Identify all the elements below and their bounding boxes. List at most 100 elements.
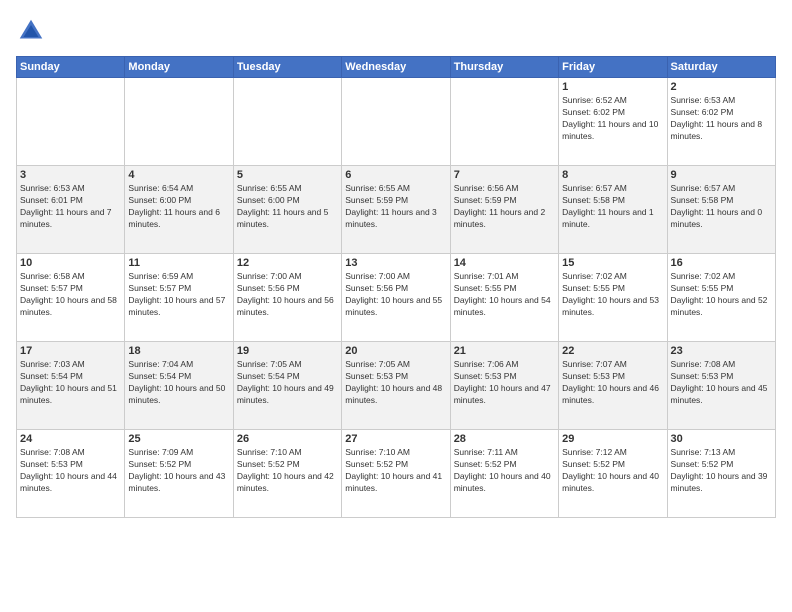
day-number: 4	[128, 169, 229, 181]
day-cell: 20 Sunrise: 7:05 AM Sunset: 5:53 PM Dayli…	[342, 342, 450, 430]
day-info: Sunrise: 6:57 AM Sunset: 5:58 PM Dayligh…	[562, 183, 663, 231]
day-number: 11	[128, 257, 229, 269]
day-number: 26	[237, 433, 338, 445]
day-info: Sunrise: 6:52 AM Sunset: 6:02 PM Dayligh…	[562, 95, 663, 143]
day-cell: 23Sunrise: 7:08 AM Sunset: 5:53 PM Dayli…	[667, 342, 775, 430]
day-number: 22	[562, 345, 663, 357]
day-info: Sunrise: 6:59 AM Sunset: 5:57 PM Dayligh…	[128, 271, 229, 319]
day-info: Sunrise: 7:06 AM Sunset: 5:53 PM Dayligh…	[454, 359, 555, 407]
calendar-header: SundayMondayTuesdayWednesdayThursdayFrid…	[17, 57, 776, 78]
day-cell: 7 Sunrise: 6:56 AM Sunset: 5:59 PM Daylig…	[450, 166, 558, 254]
day-info: Sunrise: 7:07 AM Sunset: 5:53 PM Dayligh…	[562, 359, 663, 407]
day-number: 14	[454, 257, 555, 269]
day-number: 5	[237, 169, 338, 181]
day-info: Sunrise: 6:58 AM Sunset: 5:57 PM Dayligh…	[20, 271, 121, 319]
day-info: Sunrise: 7:05 AM Sunset: 5:53 PM Dayligh…	[345, 359, 446, 407]
day-cell	[125, 78, 233, 166]
day-number: 17	[20, 345, 121, 357]
weekday-header-thursday: Thursday	[450, 57, 558, 78]
day-number: 29	[562, 433, 663, 445]
day-cell: 17 Sunrise: 7:03 AM Sunset: 5:54 PM Dayli…	[17, 342, 125, 430]
day-number: 13	[345, 257, 446, 269]
day-cell	[450, 78, 558, 166]
day-info: Sunrise: 7:10 AM Sunset: 5:52 PM Dayligh…	[237, 447, 338, 495]
day-number: 30	[671, 433, 772, 445]
weekday-header-friday: Friday	[559, 57, 667, 78]
week-row-5: 24Sunrise: 7:08 AM Sunset: 5:53 PM Dayli…	[17, 430, 776, 518]
week-row-3: 10Sunrise: 6:58 AM Sunset: 5:57 PM Dayli…	[17, 254, 776, 342]
day-cell: 5 Sunrise: 6:55 AM Sunset: 6:00 PM Daylig…	[233, 166, 341, 254]
day-info: Sunrise: 7:12 AM Sunset: 5:52 PM Dayligh…	[562, 447, 663, 495]
page: SundayMondayTuesdayWednesdayThursdayFrid…	[0, 0, 792, 612]
week-row-1: 1 Sunrise: 6:52 AM Sunset: 6:02 PM Daylig…	[17, 78, 776, 166]
day-info: Sunrise: 7:04 AM Sunset: 5:54 PM Dayligh…	[128, 359, 229, 407]
day-number: 7	[454, 169, 555, 181]
day-number: 25	[128, 433, 229, 445]
day-number: 20	[345, 345, 446, 357]
day-number: 15	[562, 257, 663, 269]
week-row-4: 17 Sunrise: 7:03 AM Sunset: 5:54 PM Dayli…	[17, 342, 776, 430]
day-number: 8	[562, 169, 663, 181]
day-cell: 16Sunrise: 7:02 AM Sunset: 5:55 PM Dayli…	[667, 254, 775, 342]
weekday-header-wednesday: Wednesday	[342, 57, 450, 78]
day-number: 24	[20, 433, 121, 445]
day-info: Sunrise: 7:03 AM Sunset: 5:54 PM Dayligh…	[20, 359, 121, 407]
day-number: 16	[671, 257, 772, 269]
day-info: Sunrise: 7:02 AM Sunset: 5:55 PM Dayligh…	[562, 271, 663, 319]
day-number: 28	[454, 433, 555, 445]
day-number: 6	[345, 169, 446, 181]
day-cell: 12 Sunrise: 7:00 AM Sunset: 5:56 PM Dayli…	[233, 254, 341, 342]
day-number: 3	[20, 169, 121, 181]
day-cell: 8 Sunrise: 6:57 AM Sunset: 5:58 PM Daylig…	[559, 166, 667, 254]
day-info: Sunrise: 6:56 AM Sunset: 5:59 PM Dayligh…	[454, 183, 555, 231]
day-cell: 9 Sunrise: 6:57 AM Sunset: 5:58 PM Daylig…	[667, 166, 775, 254]
logo	[16, 16, 50, 46]
day-info: Sunrise: 6:57 AM Sunset: 5:58 PM Dayligh…	[671, 183, 772, 231]
day-info: Sunrise: 7:01 AM Sunset: 5:55 PM Dayligh…	[454, 271, 555, 319]
day-info: Sunrise: 7:09 AM Sunset: 5:52 PM Dayligh…	[128, 447, 229, 495]
day-cell: 29 Sunrise: 7:12 AM Sunset: 5:52 PM Dayli…	[559, 430, 667, 518]
day-cell: 6 Sunrise: 6:55 AM Sunset: 5:59 PM Daylig…	[342, 166, 450, 254]
logo-icon	[16, 16, 46, 46]
day-number: 12	[237, 257, 338, 269]
day-cell: 4 Sunrise: 6:54 AM Sunset: 6:00 PM Daylig…	[125, 166, 233, 254]
day-cell: 11 Sunrise: 6:59 AM Sunset: 5:57 PM Dayli…	[125, 254, 233, 342]
day-number: 9	[671, 169, 772, 181]
calendar-body: 1 Sunrise: 6:52 AM Sunset: 6:02 PM Daylig…	[17, 78, 776, 518]
day-info: Sunrise: 7:00 AM Sunset: 5:56 PM Dayligh…	[345, 271, 446, 319]
day-cell	[17, 78, 125, 166]
day-cell: 27Sunrise: 7:10 AM Sunset: 5:52 PM Dayli…	[342, 430, 450, 518]
day-number: 21	[454, 345, 555, 357]
day-cell: 30Sunrise: 7:13 AM Sunset: 5:52 PM Dayli…	[667, 430, 775, 518]
weekday-header-tuesday: Tuesday	[233, 57, 341, 78]
day-cell	[233, 78, 341, 166]
day-info: Sunrise: 6:53 AM Sunset: 6:01 PM Dayligh…	[20, 183, 121, 231]
day-info: Sunrise: 6:54 AM Sunset: 6:00 PM Dayligh…	[128, 183, 229, 231]
day-cell	[342, 78, 450, 166]
day-cell: 3 Sunrise: 6:53 AM Sunset: 6:01 PM Daylig…	[17, 166, 125, 254]
day-cell: 2Sunrise: 6:53 AM Sunset: 6:02 PM Daylig…	[667, 78, 775, 166]
day-cell: 24Sunrise: 7:08 AM Sunset: 5:53 PM Dayli…	[17, 430, 125, 518]
day-info: Sunrise: 7:05 AM Sunset: 5:54 PM Dayligh…	[237, 359, 338, 407]
day-cell: 13 Sunrise: 7:00 AM Sunset: 5:56 PM Dayli…	[342, 254, 450, 342]
day-number: 19	[237, 345, 338, 357]
day-cell: 26 Sunrise: 7:10 AM Sunset: 5:52 PM Dayli…	[233, 430, 341, 518]
day-info: Sunrise: 7:10 AM Sunset: 5:52 PM Dayligh…	[345, 447, 446, 495]
weekday-header-sunday: Sunday	[17, 57, 125, 78]
day-info: Sunrise: 7:00 AM Sunset: 5:56 PM Dayligh…	[237, 271, 338, 319]
weekday-row: SundayMondayTuesdayWednesdayThursdayFrid…	[17, 57, 776, 78]
weekday-header-saturday: Saturday	[667, 57, 775, 78]
day-cell: 19 Sunrise: 7:05 AM Sunset: 5:54 PM Dayli…	[233, 342, 341, 430]
day-info: Sunrise: 6:55 AM Sunset: 5:59 PM Dayligh…	[345, 183, 446, 231]
day-info: Sunrise: 7:11 AM Sunset: 5:52 PM Dayligh…	[454, 447, 555, 495]
day-info: Sunrise: 6:55 AM Sunset: 6:00 PM Dayligh…	[237, 183, 338, 231]
day-cell: 15 Sunrise: 7:02 AM Sunset: 5:55 PM Dayli…	[559, 254, 667, 342]
day-cell: 22 Sunrise: 7:07 AM Sunset: 5:53 PM Dayli…	[559, 342, 667, 430]
day-cell: 14 Sunrise: 7:01 AM Sunset: 5:55 PM Dayli…	[450, 254, 558, 342]
day-number: 1	[562, 81, 663, 93]
day-cell: 28 Sunrise: 7:11 AM Sunset: 5:52 PM Dayli…	[450, 430, 558, 518]
day-number: 2	[671, 81, 772, 93]
day-cell: 18Sunrise: 7:04 AM Sunset: 5:54 PM Dayli…	[125, 342, 233, 430]
day-info: Sunrise: 7:08 AM Sunset: 5:53 PM Dayligh…	[671, 359, 772, 407]
day-cell: 1 Sunrise: 6:52 AM Sunset: 6:02 PM Daylig…	[559, 78, 667, 166]
